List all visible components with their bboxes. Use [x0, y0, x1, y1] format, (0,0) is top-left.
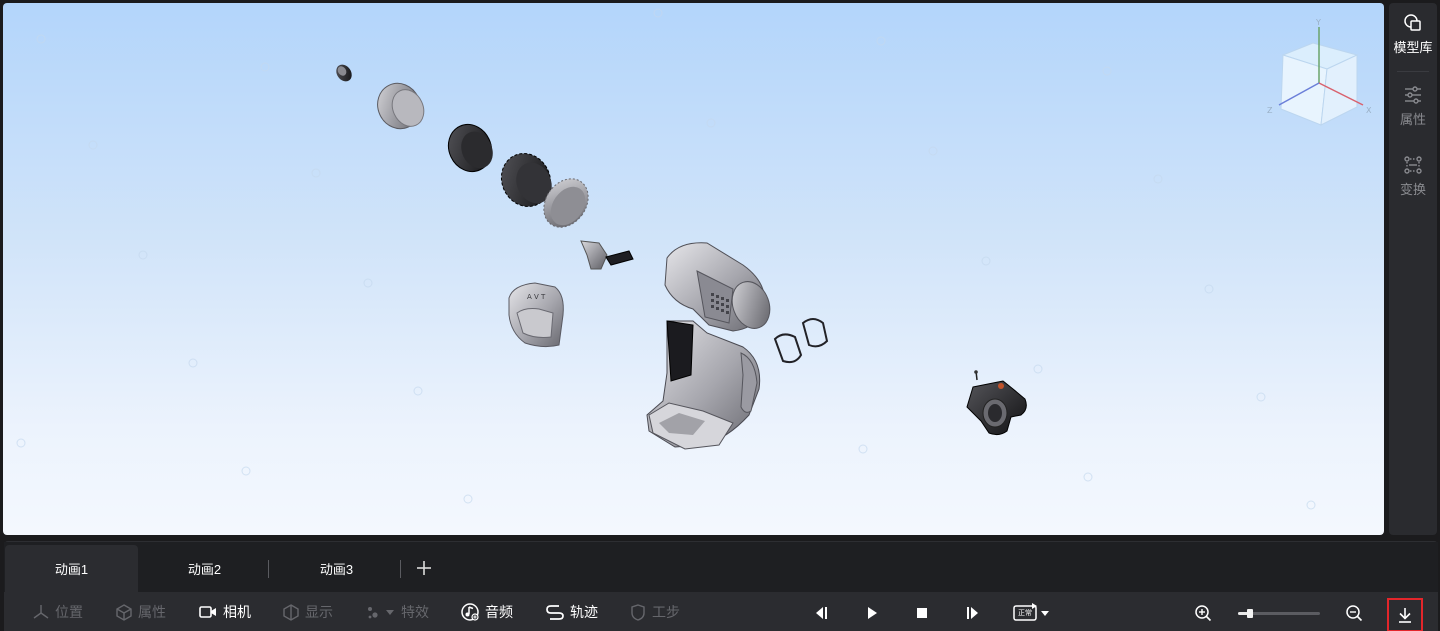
- exploded-drill-model[interactable]: A V T Y X Z: [3, 3, 1384, 535]
- trigger-part: [580, 240, 634, 270]
- silver-cap-part: [377, 82, 425, 130]
- tab-animation-3[interactable]: 动画3: [270, 545, 403, 592]
- audio-tool-button[interactable]: 音频: [460, 592, 513, 631]
- animation-toolbar: 位置 属性 相机 显示 特效 音频 轨迹 工步 正常: [4, 592, 1438, 631]
- properties-panel-label: 属性: [1399, 112, 1426, 127]
- position-axes-icon: [33, 605, 49, 619]
- display-cube-icon: [283, 604, 299, 621]
- zoom-out-button[interactable]: [1343, 602, 1365, 624]
- effects-tool-label: 特效: [401, 604, 429, 620]
- download-icon: [1399, 608, 1411, 623]
- plus-icon: [417, 561, 431, 575]
- zoom-in-button[interactable]: [1192, 602, 1214, 624]
- step-back-icon: [816, 607, 827, 619]
- model-library-icon: [1404, 14, 1421, 31]
- playback-speed-label: 正常: [1018, 610, 1032, 617]
- model-library-label: 模型库: [1393, 40, 1433, 55]
- trajectory-tool-button[interactable]: 轨迹: [545, 592, 598, 631]
- workstep-tool-label: 工步: [652, 604, 680, 620]
- transform-icon: [1404, 156, 1422, 174]
- audio-note-icon: [461, 603, 479, 621]
- housing-bracket-part: A V T: [508, 282, 564, 348]
- audio-tool-label: 音频: [485, 604, 513, 620]
- play-icon: [868, 607, 877, 619]
- zoom-slider-handle[interactable]: [1247, 609, 1254, 618]
- 3d-viewport[interactable]: A V T Y X Z: [3, 3, 1384, 535]
- drill-body-part: [646, 242, 771, 450]
- camera-tool-button[interactable]: 相机: [198, 592, 251, 631]
- trajectory-path-icon: [546, 605, 564, 620]
- app-root: A V T Y X Z 模型库 属性 变换 动画1 动画2 动画3 位置 属性 …: [0, 0, 1440, 631]
- tab-divider: [400, 560, 401, 578]
- zoom-in-icon: [1195, 605, 1212, 622]
- stop-button[interactable]: [911, 602, 933, 624]
- stop-icon: [917, 608, 927, 618]
- svg-text:A V T: A V T: [527, 293, 546, 301]
- chuck-part: [966, 370, 1027, 436]
- zoom-slider[interactable]: [1238, 609, 1320, 618]
- animation-tabs: 动画1 动画2 动画3: [4, 542, 1438, 592]
- axis-z-label: Z: [1267, 106, 1273, 115]
- transform-panel-button[interactable]: 变换: [1389, 145, 1437, 205]
- black-ring-part: [447, 124, 493, 172]
- tab-animation-2[interactable]: 动画2: [138, 545, 271, 592]
- model-library-button[interactable]: 模型库: [1389, 3, 1437, 63]
- display-tool-button[interactable]: 显示: [282, 592, 333, 631]
- add-tab-button[interactable]: [414, 558, 434, 578]
- axis-y-label: Y: [1315, 18, 1321, 27]
- cube-icon: [116, 604, 132, 621]
- effects-tool-button[interactable]: 特效: [366, 592, 429, 631]
- previous-keyframe-button[interactable]: [810, 602, 832, 624]
- next-keyframe-button[interactable]: [962, 602, 984, 624]
- tab-animation-1[interactable]: 动画1: [5, 545, 138, 592]
- tab-divider: [268, 560, 269, 578]
- playback-speed-select[interactable]: 正常: [1012, 602, 1052, 624]
- download-button[interactable]: [1387, 598, 1423, 631]
- properties-tool-label: 属性: [138, 604, 166, 620]
- gasket-rings-part: [773, 318, 829, 364]
- animation-panel: 动画1 动画2 动画3 位置 属性 相机 显示 特效 音频 轨迹 工步 正常: [4, 541, 1438, 631]
- position-tool-label: 位置: [55, 604, 83, 620]
- zoom-out-icon: [1346, 605, 1363, 622]
- display-tool-label: 显示: [305, 604, 333, 620]
- trajectory-tool-label: 轨迹: [570, 604, 598, 620]
- view-cube: Y X Z: [1267, 18, 1372, 126]
- screw-part: [336, 64, 352, 82]
- position-tool-button[interactable]: 位置: [32, 592, 83, 631]
- properties-sliders-icon: [1405, 86, 1421, 104]
- camera-tool-label: 相机: [223, 604, 251, 620]
- transform-panel-label: 变换: [1399, 182, 1426, 197]
- effects-icon: [368, 607, 394, 619]
- properties-panel-button[interactable]: 属性: [1389, 75, 1437, 135]
- workstep-tool-button[interactable]: 工步: [629, 592, 680, 631]
- play-button[interactable]: [861, 602, 883, 624]
- axis-x-label: X: [1366, 106, 1372, 115]
- properties-tool-button[interactable]: 属性: [115, 592, 166, 631]
- right-panel: 模型库 属性 变换: [1389, 3, 1437, 535]
- camera-icon: [199, 606, 216, 618]
- shield-icon: [631, 604, 645, 621]
- step-forward-icon: [967, 607, 978, 619]
